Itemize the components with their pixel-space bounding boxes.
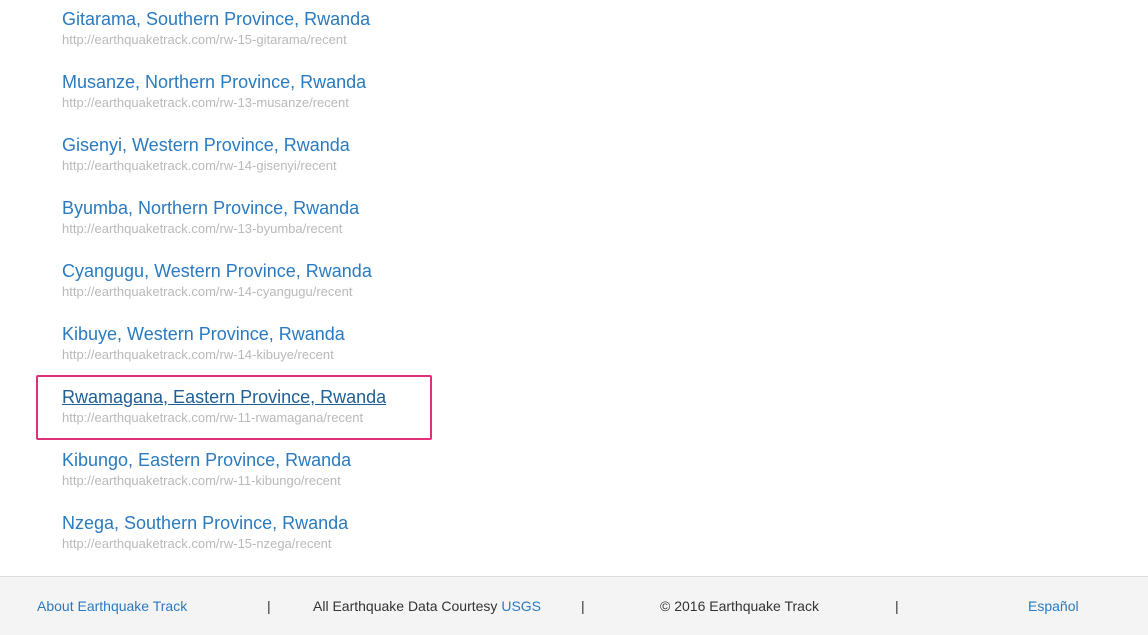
result-url: http://earthquaketrack.com/rw-13-musanze… [62, 95, 349, 110]
page-footer: About Earthquake Track | All Earthquake … [0, 576, 1148, 635]
result-url: http://earthquaketrack.com/rw-14-cyangug… [62, 284, 353, 299]
result-url: http://earthquaketrack.com/rw-15-nzega/r… [62, 536, 332, 551]
result-link-rwamagana[interactable]: Rwamagana, Eastern Province, Rwanda [62, 386, 442, 408]
result-link-gisenyi[interactable]: Gisenyi, Western Province, Rwanda [62, 134, 442, 156]
result-link-musanze[interactable]: Musanze, Northern Province, Rwanda [62, 71, 442, 93]
list-item: Kibungo, Eastern Province, Rwanda http:/… [62, 449, 442, 489]
list-item: Kibuye, Western Province, Rwanda http://… [62, 323, 442, 363]
data-courtesy-text: All Earthquake Data Courtesy USGS [313, 597, 541, 615]
footer-separator: | [895, 598, 899, 614]
about-link[interactable]: About Earthquake Track [37, 597, 187, 615]
result-url: http://earthquaketrack.com/rw-14-gisenyi… [62, 158, 337, 173]
footer-separator: | [267, 598, 271, 614]
result-url: http://earthquaketrack.com/rw-11-kibungo… [62, 473, 341, 488]
search-results-list: Gitarama, Southern Province, Rwanda http… [0, 0, 1148, 576]
result-link-kibungo[interactable]: Kibungo, Eastern Province, Rwanda [62, 449, 442, 471]
result-link-gitarama[interactable]: Gitarama, Southern Province, Rwanda [62, 8, 442, 30]
copyright-text: © 2016 Earthquake Track [660, 598, 819, 614]
result-link-cyangugu[interactable]: Cyangugu, Western Province, Rwanda [62, 260, 442, 282]
list-item: Byumba, Northern Province, Rwanda http:/… [62, 197, 442, 237]
language-link[interactable]: Español [1028, 597, 1079, 615]
result-url: http://earthquaketrack.com/rw-15-gitaram… [62, 32, 347, 47]
result-url: http://earthquaketrack.com/rw-13-byumba/… [62, 221, 343, 236]
result-link-byumba[interactable]: Byumba, Northern Province, Rwanda [62, 197, 442, 219]
result-url: http://earthquaketrack.com/rw-14-kibuye/… [62, 347, 334, 362]
result-url: http://earthquaketrack.com/rw-11-rwamaga… [62, 410, 364, 425]
courtesy-label: All Earthquake Data Courtesy [313, 598, 498, 614]
list-item: Musanze, Northern Province, Rwanda http:… [62, 71, 442, 111]
list-item: Rwamagana, Eastern Province, Rwanda http… [62, 386, 442, 426]
list-item: Nzega, Southern Province, Rwanda http://… [62, 512, 442, 552]
usgs-link[interactable]: USGS [501, 598, 541, 614]
list-item: Gisenyi, Western Province, Rwanda http:/… [62, 134, 442, 174]
result-link-nzega[interactable]: Nzega, Southern Province, Rwanda [62, 512, 442, 534]
footer-separator: | [581, 598, 585, 614]
list-item: Cyangugu, Western Province, Rwanda http:… [62, 260, 442, 300]
list-item: Gitarama, Southern Province, Rwanda http… [62, 8, 442, 48]
result-link-kibuye[interactable]: Kibuye, Western Province, Rwanda [62, 323, 442, 345]
